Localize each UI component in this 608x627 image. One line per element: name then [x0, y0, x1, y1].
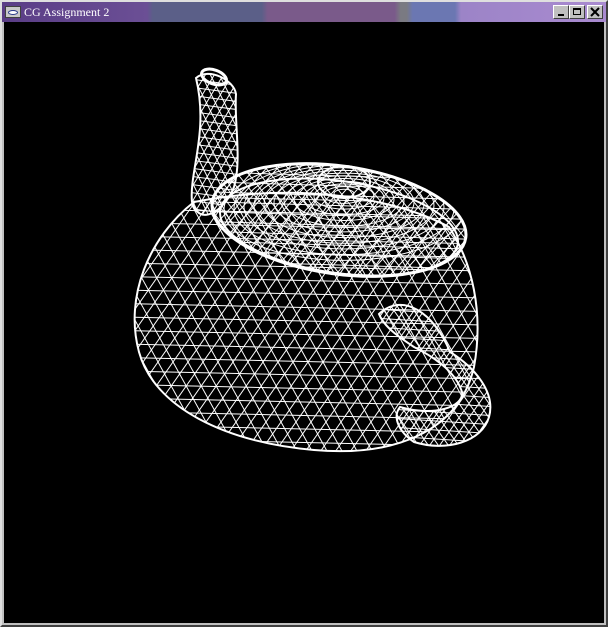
teapot-wireframe: [133, 67, 492, 453]
maximize-icon: [573, 8, 581, 15]
minimize-icon: [558, 14, 564, 16]
minimize-button[interactable]: [553, 5, 569, 19]
close-button[interactable]: [587, 5, 603, 19]
title-bar[interactable]: CG Assignment 2: [2, 2, 606, 22]
render-viewport[interactable]: [4, 22, 604, 623]
maximize-button[interactable]: [569, 5, 585, 19]
app-window: CG Assignment 2: [0, 0, 608, 627]
close-icon: [590, 7, 600, 17]
window-title: CG Assignment 2: [24, 5, 110, 19]
app-window-icon[interactable]: [5, 6, 21, 18]
